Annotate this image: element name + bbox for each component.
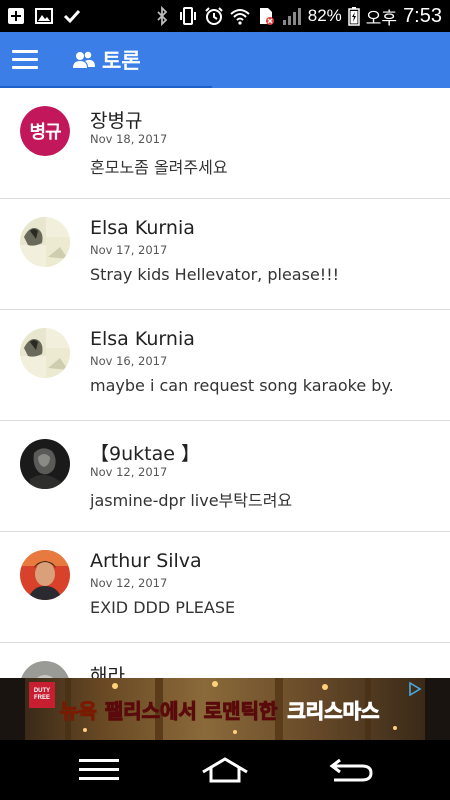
author-name: 해라 [90, 665, 125, 678]
avatar-image [20, 328, 70, 378]
avatar [20, 661, 70, 678]
comment-text: EXID DDD PLEASE [90, 598, 236, 617]
bluetooth-icon [157, 6, 168, 26]
comment-list[interactable]: 병규 장병규 Nov 18, 2017 혼모노좀 올려주세요 Elsa Kurn… [0, 88, 450, 678]
ad-headline: 뉴욕 팰리스에서 로맨틱한 크리스마스 [60, 694, 420, 724]
adchoices-icon[interactable] [408, 682, 422, 696]
avatar-initials: 병규 [20, 106, 70, 156]
sim-icon [259, 8, 274, 25]
avatar: 병규 [20, 106, 70, 156]
avatar [20, 439, 70, 489]
check-icon [63, 9, 81, 24]
page-title: 토론 [102, 49, 141, 73]
post-date: Nov 17, 2017 [90, 243, 168, 257]
author-name: 장병규 [90, 110, 143, 132]
time-ampm: 오후 [365, 8, 398, 28]
app-bar: 토론 [0, 32, 450, 88]
ad-headline-part2: 팰리스에서 로맨틱한 [104, 698, 278, 723]
hamburger-icon [12, 50, 38, 70]
back-button[interactable] [311, 740, 391, 800]
list-item[interactable]: 해라 [0, 643, 450, 678]
battery-percent: 82% [307, 6, 342, 25]
list-item[interactable]: 【9uktae 】 Nov 12, 2017 jasmine-dpr live부… [0, 421, 450, 532]
avatar [20, 328, 70, 378]
avatar [20, 550, 70, 600]
post-date: Nov 12, 2017 [90, 576, 168, 590]
post-date: Nov 18, 2017 [90, 132, 168, 146]
avatar-image [20, 217, 70, 267]
ad-logo: DUTY FREE [29, 682, 55, 708]
avatar-image [20, 550, 70, 600]
avatar-image [20, 439, 70, 489]
comment-text: Stray kids Hellevator, please!!! [90, 265, 340, 284]
people-icon [73, 51, 95, 68]
author-name: Elsa Kurnia [90, 217, 195, 239]
avatar [20, 217, 70, 267]
avatar-image [20, 661, 70, 678]
battery-charging-icon [348, 7, 360, 26]
comment-text: jasmine-dpr live부탁드려요 [90, 491, 293, 510]
vibrate-icon [179, 7, 196, 25]
recent-apps-button[interactable] [59, 740, 139, 800]
author-name: 【9uktae 】 [90, 443, 200, 465]
ad-banner[interactable]: DUTY FREE 뉴욕 팰리스에서 로맨틱한 크리스마스 [0, 678, 450, 740]
ad-headline-part3: 크리스마스 [287, 698, 380, 723]
home-icon [202, 757, 248, 783]
title-group: 토론 [72, 45, 141, 75]
signal-icon [282, 8, 301, 25]
author-name: Elsa Kurnia [90, 328, 195, 350]
system-nav-bar [0, 740, 450, 800]
post-date: Nov 16, 2017 [90, 354, 168, 368]
author-name: Arthur Silva [90, 550, 202, 572]
home-button[interactable] [185, 740, 265, 800]
list-item[interactable]: 병규 장병규 Nov 18, 2017 혼모노좀 올려주세요 [0, 88, 450, 199]
image-icon [35, 8, 53, 24]
back-icon [329, 758, 373, 782]
menu-button[interactable] [0, 32, 50, 88]
add-box-icon [8, 8, 24, 24]
post-date: Nov 12, 2017 [90, 465, 168, 479]
list-item[interactable]: Elsa Kurnia Nov 16, 2017 maybe i can req… [0, 310, 450, 421]
comment-text: 혼모노좀 올려주세요 [90, 158, 228, 177]
list-item[interactable]: Elsa Kurnia Nov 17, 2017 Stray kids Hell… [0, 199, 450, 310]
wifi-icon [230, 9, 250, 25]
alarm-icon [205, 7, 223, 25]
ad-headline-part1: 뉴욕 [60, 698, 98, 723]
status-bar: 82% 오후 7:53 [0, 0, 450, 32]
list-item[interactable]: Arthur Silva Nov 12, 2017 EXID DDD PLEAS… [0, 532, 450, 643]
menu-icon [79, 759, 119, 780]
clock-time: 7:53 [403, 4, 442, 27]
comment-text: maybe i can request song karaoke by. [90, 376, 394, 395]
